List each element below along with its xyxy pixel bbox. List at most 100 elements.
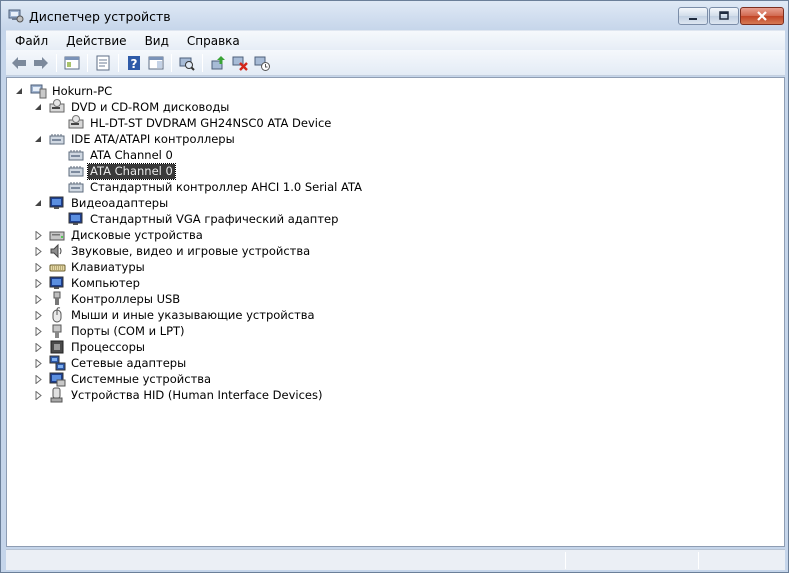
scan-hardware-icon: [179, 57, 195, 71]
disable-device-icon: [232, 56, 248, 71]
show-action-pane-button[interactable]: [146, 53, 166, 73]
tree-device-label[interactable]: HL-DT-ST DVDRAM GH24NSC0 ATA Device: [88, 116, 333, 131]
update-driver-button[interactable]: [208, 53, 228, 73]
mouse-icon: [52, 307, 62, 323]
expand-arrow-icon[interactable]: [34, 310, 43, 320]
tree-category-mouse[interactable]: Мыши и иные указывающие устройства: [34, 307, 317, 323]
computer-icon: [30, 84, 47, 99]
status-divider: [565, 552, 566, 569]
expand-arrow-icon[interactable]: [34, 326, 43, 336]
expand-arrow-icon[interactable]: [34, 390, 43, 400]
menu-action[interactable]: Действие: [57, 31, 135, 51]
tree-category-hid[interactable]: Устройства HID (Human Interface Devices): [34, 387, 324, 403]
menu-bar: Файл Действие Вид Справка: [6, 30, 785, 50]
tree-device[interactable]: Стандартный контроллер AHCI 1.0 Serial A…: [68, 179, 364, 195]
tree-category-ports[interactable]: Порты (COM и LPT): [34, 323, 187, 339]
expand-arrow-icon[interactable]: [34, 262, 43, 272]
tree-category-label[interactable]: Звуковые, видео и игровые устройства: [69, 244, 312, 259]
toolbar-separator: [56, 53, 57, 72]
collapse-arrow-icon[interactable]: [34, 103, 43, 112]
ide-controller-icon: [68, 150, 84, 161]
show-hide-console-tree-icon: [64, 56, 80, 69]
show-hide-console-tree-button[interactable]: [62, 53, 82, 73]
tree-category-label[interactable]: IDE ATA/ATAPI контроллеры: [69, 132, 237, 147]
tree-category-label[interactable]: Компьютер: [69, 276, 142, 291]
keyboard-icon: [49, 264, 66, 272]
show-action-pane-icon: [148, 56, 164, 69]
tree-category-label[interactable]: Клавиатуры: [69, 260, 147, 275]
tree-category-ide[interactable]: IDE ATA/ATAPI контроллеры: [34, 131, 237, 147]
collapse-arrow-icon[interactable]: [34, 135, 43, 144]
hid-device-icon: [50, 387, 63, 403]
tree-category-label[interactable]: Устройства HID (Human Interface Devices): [69, 388, 324, 403]
title-bar[interactable]: Диспетчер устройств: [1, 1, 788, 31]
scan-hardware-button[interactable]: [177, 53, 197, 73]
uninstall-device-button[interactable]: [252, 53, 272, 73]
minimize-button[interactable]: [678, 7, 708, 25]
tree-category-label[interactable]: DVD и CD-ROM дисководы: [69, 100, 231, 115]
expand-arrow-icon[interactable]: [34, 358, 43, 368]
forward-button[interactable]: [31, 53, 51, 73]
tree-category-keyboard[interactable]: Клавиатуры: [34, 259, 147, 275]
tree-category-label[interactable]: Процессоры: [69, 340, 147, 355]
forward-arrow-icon: [34, 56, 48, 69]
help-button[interactable]: ?: [124, 53, 144, 73]
ide-controller-icon: [49, 134, 65, 145]
tree-category-label[interactable]: Порты (COM и LPT): [69, 324, 187, 339]
status-divider: [698, 552, 699, 569]
maximize-button[interactable]: [709, 7, 739, 25]
device-tree[interactable]: Hokurn-PC DVD и CD-ROM дисководы HL-DT-S…: [6, 77, 785, 547]
system-device-icon: [49, 372, 66, 387]
expand-arrow-icon[interactable]: [34, 246, 43, 256]
menu-help[interactable]: Справка: [178, 31, 249, 51]
toolbar-separator: [87, 53, 88, 72]
close-icon: [757, 11, 767, 21]
disable-device-button[interactable]: [230, 53, 250, 73]
processor-icon: [50, 340, 64, 354]
tree-category-display[interactable]: Видеоадаптеры: [34, 195, 170, 211]
expand-arrow-icon[interactable]: [34, 278, 43, 288]
expand-arrow-icon[interactable]: [34, 230, 43, 240]
tree-root[interactable]: Hokurn-PC: [15, 83, 114, 99]
display-adapter-icon: [49, 196, 64, 209]
close-button[interactable]: [740, 7, 784, 25]
tree-category-network[interactable]: Сетевые адаптеры: [34, 355, 188, 371]
tree-category-label[interactable]: Дисковые устройства: [69, 228, 205, 243]
tree-category-label[interactable]: Сетевые адаптеры: [69, 356, 188, 371]
properties-button[interactable]: [93, 53, 113, 73]
tree-category-dvd[interactable]: DVD и CD-ROM дисководы: [34, 99, 231, 115]
tree-device-label[interactable]: ATA Channel 0: [87, 162, 176, 180]
tree-device[interactable]: HL-DT-ST DVDRAM GH24NSC0 ATA Device: [68, 115, 333, 131]
tree-device-label[interactable]: Стандартный контроллер AHCI 1.0 Serial A…: [88, 180, 364, 195]
tree-category-disk[interactable]: Дисковые устройства: [34, 227, 205, 243]
help-icon: ?: [128, 55, 140, 71]
sound-device-icon: [50, 243, 62, 259]
tree-category-processors[interactable]: Процессоры: [34, 339, 147, 355]
tree-device-selected[interactable]: ATA Channel 0: [68, 162, 176, 180]
expand-arrow-icon[interactable]: [34, 294, 43, 304]
tree-device-label[interactable]: Стандартный VGA графический адаптер: [88, 212, 340, 227]
menu-view[interactable]: Вид: [136, 31, 178, 51]
back-button[interactable]: [9, 53, 29, 73]
collapse-arrow-icon[interactable]: [34, 199, 43, 208]
tree-device-label[interactable]: ATA Channel 0: [88, 148, 175, 163]
window-title: Диспетчер устройств: [29, 9, 171, 24]
dvd-drive-icon: [68, 115, 84, 129]
collapse-arrow-icon[interactable]: [15, 87, 24, 96]
tree-category-label[interactable]: Системные устройства: [69, 372, 213, 387]
tree-device[interactable]: ATA Channel 0: [68, 147, 175, 163]
menu-file[interactable]: Файл: [6, 31, 57, 51]
expand-arrow-icon[interactable]: [34, 342, 43, 352]
toolbar-separator: [202, 53, 203, 72]
tree-category-label[interactable]: Мыши и иные указывающие устройства: [69, 308, 317, 323]
tree-device[interactable]: Стандартный VGA графический адаптер: [68, 211, 340, 227]
expand-arrow-icon[interactable]: [34, 374, 43, 384]
tree-category-computer[interactable]: Компьютер: [34, 275, 142, 291]
display-adapter-icon: [68, 212, 83, 225]
tree-category-usb[interactable]: Контроллеры USB: [34, 291, 182, 307]
tree-category-label[interactable]: Видеоадаптеры: [69, 196, 170, 211]
tree-category-system[interactable]: Системные устройства: [34, 371, 213, 387]
tree-root-label[interactable]: Hokurn-PC: [50, 84, 114, 99]
tree-category-label[interactable]: Контроллеры USB: [69, 292, 182, 307]
tree-category-sound[interactable]: Звуковые, видео и игровые устройства: [34, 243, 312, 259]
